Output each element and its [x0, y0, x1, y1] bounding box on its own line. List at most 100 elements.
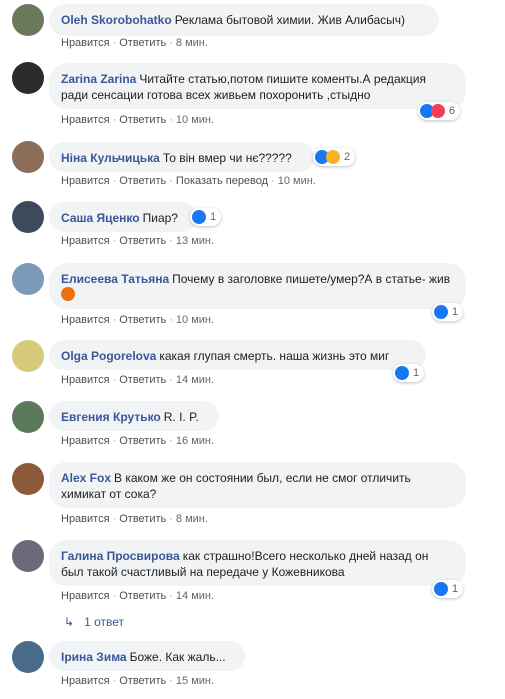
- comment-actions: Нравится · Ответить · 16 мин.: [61, 435, 215, 447]
- like-link[interactable]: Нравится: [61, 590, 110, 602]
- comment-actions: Нравится · Ответить · 10 мин.: [61, 114, 215, 126]
- like-link[interactable]: Нравится: [61, 235, 110, 247]
- avatar[interactable]: [12, 401, 44, 433]
- reply-link[interactable]: Ответить: [119, 513, 166, 525]
- reply-arrow-icon: ↳: [64, 615, 75, 629]
- avatar[interactable]: [12, 340, 44, 372]
- avatar[interactable]: [12, 201, 44, 233]
- comment-text: Реклама бытовой химии. Жив Алибасыч): [174, 13, 406, 27]
- comment-author[interactable]: Zarina Zarina: [61, 72, 136, 86]
- comment-time[interactable]: 13 мин.: [176, 235, 214, 247]
- haha-reaction-icon: [326, 150, 340, 164]
- avatar[interactable]: [12, 641, 44, 673]
- reaction-count: 2: [344, 151, 351, 163]
- reaction-summary[interactable]: 1: [190, 208, 222, 226]
- avatar[interactable]: [12, 141, 44, 173]
- comment-bubble: Ніна Кульчицька То він вмер чи нє?????: [49, 142, 314, 172]
- comment-time[interactable]: 14 мин.: [176, 590, 214, 602]
- reaction-count: 1: [452, 306, 459, 318]
- reply-link[interactable]: Ответить: [119, 175, 166, 187]
- comment-author[interactable]: Евгения Крутько: [61, 410, 161, 424]
- like-link[interactable]: Нравится: [61, 513, 110, 525]
- comment-bubble: Галина Просвирова как страшно!Всего неско…: [49, 540, 466, 586]
- avatar[interactable]: [12, 540, 44, 572]
- comment-bubble: Ірина Зима Боже. Как жаль...: [49, 641, 245, 671]
- comment-text: Боже. Как жаль...: [129, 650, 226, 664]
- reply-link[interactable]: Ответить: [119, 114, 166, 126]
- comment-time[interactable]: 10 мин.: [278, 175, 316, 187]
- comment-author[interactable]: Галина Просвирова: [61, 549, 180, 563]
- reaction-count: 1: [452, 583, 459, 595]
- reaction-summary[interactable]: 1: [432, 580, 464, 598]
- like-link[interactable]: Нравится: [61, 314, 110, 326]
- replies-count-label: 1 ответ: [84, 615, 124, 629]
- reaction-count: 1: [413, 367, 420, 379]
- comment-author[interactable]: Oleh Skorobohatko: [61, 13, 172, 27]
- comment-actions: Нравится · Ответить · 15 мин.: [61, 675, 215, 687]
- avatar[interactable]: [12, 4, 44, 36]
- comment-actions: Нравится · Ответить · 14 мин.: [61, 374, 215, 386]
- comment-time[interactable]: 16 мин.: [176, 435, 214, 447]
- comment-time[interactable]: 8 мин.: [176, 37, 208, 49]
- like-link[interactable]: Нравится: [61, 175, 110, 187]
- comment-text: какая глупая смерть. наша жизнь это миг: [159, 349, 390, 363]
- reaction-count: 1: [210, 211, 217, 223]
- reaction-summary[interactable]: 2: [313, 148, 356, 166]
- like-link[interactable]: Нравится: [61, 37, 110, 49]
- like-link[interactable]: Нравится: [61, 435, 110, 447]
- reply-link[interactable]: Ответить: [119, 235, 166, 247]
- comment-time[interactable]: 8 мин.: [176, 513, 208, 525]
- like-reaction-icon: [192, 210, 206, 224]
- comment-actions: Нравится · Ответить · 8 мин.: [61, 513, 208, 525]
- comment-bubble: Oleh Skorobohatko Реклама бытовой химии. …: [49, 4, 439, 36]
- reply-link[interactable]: Ответить: [119, 435, 166, 447]
- comment-bubble: Евгения Крутько R. I. P.: [49, 401, 219, 431]
- comment-bubble: Zarina Zarina Читайте статью,потом пишите…: [49, 63, 466, 109]
- comment-bubble: Olga Pogorelova какая глупая смерть. наша…: [49, 340, 426, 370]
- comment-time[interactable]: 10 мин.: [176, 114, 214, 126]
- comment-actions: Нравится · Ответить · 10 мин.: [61, 314, 215, 326]
- comment-author[interactable]: Ніна Кульчицька: [61, 151, 160, 165]
- angry-face-emoji-icon: [61, 287, 75, 301]
- comment-author[interactable]: Елисеева Татьяна: [61, 272, 169, 286]
- like-reaction-icon: [395, 366, 409, 380]
- comment-text: R. I. P.: [163, 410, 199, 424]
- avatar[interactable]: [12, 62, 44, 94]
- comment-time[interactable]: 14 мин.: [176, 374, 214, 386]
- reply-link[interactable]: Ответить: [119, 37, 166, 49]
- comment-text: В каком же он состоянии был, если не смо…: [61, 471, 411, 501]
- comment-actions: Нравится · Ответить · Показать перевод · 10 ми…: [61, 175, 316, 187]
- comment-author[interactable]: Olga Pogorelova: [61, 349, 156, 363]
- comment-actions: Нравится · Ответить · 13 мин.: [61, 235, 215, 247]
- like-link[interactable]: Нравится: [61, 114, 110, 126]
- like-link[interactable]: Нравится: [61, 374, 110, 386]
- comment-author[interactable]: Alex Fox: [61, 471, 111, 485]
- reaction-summary[interactable]: 1: [432, 303, 464, 321]
- comment-bubble: Елисеева Татьяна Почему в заголовке пишет…: [49, 263, 466, 309]
- reply-link[interactable]: Ответить: [119, 314, 166, 326]
- comment-text: Пиар?: [142, 211, 178, 225]
- avatar[interactable]: [12, 263, 44, 295]
- comment-bubble: Саша Яценко Пиар?: [49, 202, 197, 232]
- reaction-summary[interactable]: 6: [418, 102, 461, 120]
- comment-author[interactable]: Саша Яценко: [61, 211, 140, 225]
- comment-actions: Нравится · Ответить · 14 мин.: [61, 590, 215, 602]
- comment-time[interactable]: 15 мин.: [176, 675, 214, 687]
- reply-link[interactable]: Ответить: [119, 590, 166, 602]
- comment-author[interactable]: Ірина Зима: [61, 650, 127, 664]
- reaction-summary[interactable]: 1: [393, 364, 425, 382]
- comment-actions: Нравится · Ответить · 8 мин.: [61, 37, 208, 49]
- comment-text: Почему в заголовке пишете/умер?А в стать…: [172, 272, 451, 286]
- comment-bubble: Alex Fox В каком же он состоянии был, есл…: [49, 462, 466, 508]
- reaction-count: 6: [449, 105, 456, 117]
- view-replies-link[interactable]: ↳ 1 ответ: [64, 615, 124, 629]
- reply-link[interactable]: Ответить: [119, 374, 166, 386]
- like-link[interactable]: Нравится: [61, 675, 110, 687]
- avatar[interactable]: [12, 463, 44, 495]
- comment-time[interactable]: 10 мин.: [176, 314, 214, 326]
- like-reaction-icon: [434, 305, 448, 319]
- show-translation-link[interactable]: Показать перевод: [176, 175, 268, 187]
- like-reaction-icon: [434, 582, 448, 596]
- reply-link[interactable]: Ответить: [119, 675, 166, 687]
- heart-reaction-icon: [431, 104, 445, 118]
